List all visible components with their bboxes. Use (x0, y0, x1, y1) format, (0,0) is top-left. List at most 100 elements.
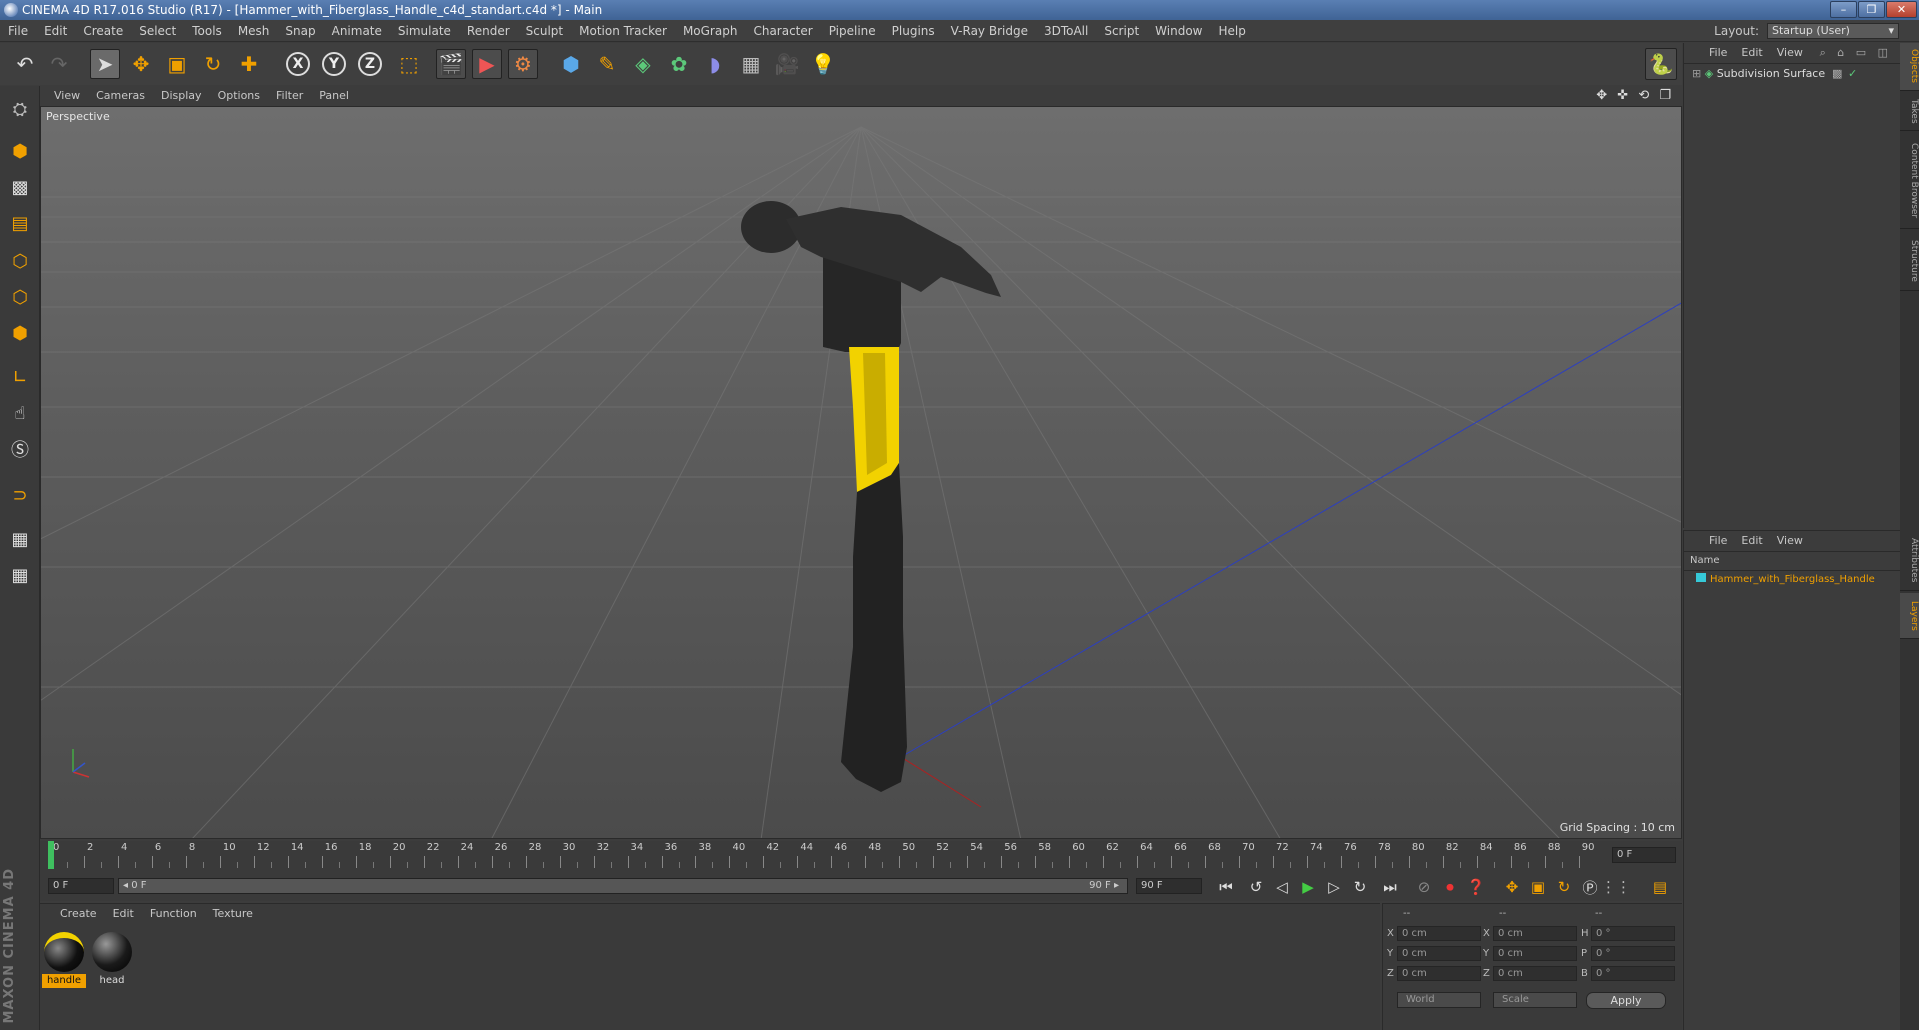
python-button[interactable]: 🐍 (1645, 48, 1677, 80)
size-z-field[interactable]: 0 cm (1493, 966, 1577, 981)
coordinate-system-button[interactable]: ⬚ (394, 49, 424, 79)
objects-menu-edit[interactable]: Edit (1734, 43, 1769, 63)
record-keys-button[interactable]: ⊘ (1412, 875, 1436, 899)
tab-content-browser[interactable]: Content Browser (1900, 133, 1919, 229)
previous-frame-button[interactable]: ◁ (1270, 875, 1294, 899)
current-frame-display[interactable]: 0 F (1612, 847, 1676, 863)
autokey-button[interactable]: ⏺ (1438, 875, 1462, 899)
object-enabled-check-icon[interactable]: ✓ (1848, 64, 1857, 84)
floor-object-button[interactable]: ▦ (736, 49, 766, 79)
last-tool-button[interactable]: ✚ (234, 49, 264, 79)
go-to-end-button[interactable]: ⏭ (1378, 875, 1402, 899)
object-visibility-toggle[interactable]: ▩ (1832, 64, 1842, 84)
menu-mograph[interactable]: MoGraph (675, 20, 746, 42)
menu-window[interactable]: Window (1147, 20, 1210, 42)
y-axis-lock[interactable]: Y (322, 52, 346, 76)
playhead[interactable] (48, 841, 54, 869)
apply-button[interactable]: Apply (1586, 992, 1666, 1009)
menu-simulate[interactable]: Simulate (390, 20, 459, 42)
workplane-mode-button[interactable]: ▤ (4, 208, 36, 238)
material-menu-edit[interactable]: Edit (105, 904, 142, 924)
timeline-window-button[interactable]: ▤ (1648, 875, 1672, 899)
key-scale-button[interactable]: ▣ (1526, 875, 1550, 899)
spline-pen-button[interactable]: ✎ (592, 49, 622, 79)
frame-ruler[interactable]: 0 2 4 6 8 10 12 14 16 18 20 22 24 26 28 30 32 34 36 38 40 42 4… (48, 841, 1610, 871)
layout-dropdown[interactable]: Startup (User) ▾ (1767, 23, 1899, 39)
layer-color-swatch[interactable] (1696, 573, 1706, 582)
menu-create[interactable]: Create (75, 20, 131, 42)
move-tool-button[interactable]: ✥ (126, 49, 156, 79)
live-selection-button[interactable]: ➤ (90, 49, 120, 79)
viewport-navigation-icons[interactable]: ✥ ✜ ⟲ ❐ (1596, 88, 1674, 103)
tweak-mode-button[interactable]: ☝ (4, 398, 36, 428)
tab-structure[interactable]: Structure (1900, 231, 1919, 291)
x-axis-lock[interactable]: X (286, 52, 310, 76)
menu-3dtoall[interactable]: 3DToAll (1036, 20, 1096, 42)
menu-tools[interactable]: Tools (184, 20, 230, 42)
objects-search-icon[interactable]: ⌕ ⌂ ▭ ◫ (1820, 46, 1892, 60)
rotate-tool-button[interactable]: ↻ (198, 49, 228, 79)
layer-row[interactable]: Hammer_with_Fiberglass_Handle (1684, 571, 1900, 589)
close-button[interactable]: ✕ (1886, 1, 1917, 18)
layers-menu-view[interactable]: View (1770, 531, 1810, 551)
material-menu-texture[interactable]: Texture (205, 904, 261, 924)
menu-pipeline[interactable]: Pipeline (821, 20, 884, 42)
position-z-field[interactable]: 0 cm (1397, 966, 1481, 981)
redo-button[interactable]: ↷ (44, 49, 74, 79)
rotation-b-field[interactable]: 0 ° (1591, 966, 1675, 981)
texture-mode-button[interactable]: ▩ (4, 172, 36, 202)
previous-key-button[interactable]: ↺ (1244, 875, 1268, 899)
planar-workplane-button[interactable]: ▦ (4, 560, 36, 590)
tab-takes[interactable]: Takes (1900, 93, 1919, 131)
material-swatch-handle[interactable]: handle (42, 930, 86, 988)
menu-sculpt[interactable]: Sculpt (518, 20, 571, 42)
coordinate-mode-dropdown[interactable]: World (1397, 992, 1481, 1008)
material-menu-create[interactable]: Create (52, 904, 105, 924)
maximize-button[interactable]: ❐ (1858, 1, 1885, 18)
deformer-button[interactable]: ◗ (700, 49, 730, 79)
object-row-subdivision-surface[interactable]: ⊞ ◈ Subdivision Surface ▩ ✓ (1684, 64, 1900, 84)
scale-tool-button[interactable]: ▣ (162, 49, 192, 79)
menu-mesh[interactable]: Mesh (230, 20, 278, 42)
render-picture-viewer-button[interactable]: ▶ (472, 49, 502, 79)
rotation-p-field[interactable]: 0 ° (1591, 946, 1675, 961)
rotation-h-field[interactable]: 0 ° (1591, 926, 1675, 941)
timeline-ruler[interactable]: 0 2 4 6 8 10 12 14 16 18 20 22 24 26 28 30 32 34 36 38 40 42 4… (40, 841, 1682, 871)
polygons-mode-button[interactable]: ⬢ (4, 318, 36, 348)
objects-menu-view[interactable]: View (1770, 43, 1810, 63)
tab-attributes[interactable]: Attributes (1900, 531, 1919, 591)
enable-axis-button[interactable]: ∟ (4, 362, 36, 392)
viewport-menu-panel[interactable]: Panel (311, 86, 357, 106)
workplane-lock-button[interactable]: ▦ (4, 524, 36, 554)
snap-button[interactable]: Ⓢ (4, 434, 36, 464)
perspective-viewport[interactable]: Perspective Grid Spacing : 10 cm (40, 106, 1682, 839)
end-frame-field[interactable]: 90 F (1136, 878, 1202, 894)
camera-object-button[interactable]: 🎥 (772, 49, 802, 79)
undo-button[interactable]: ↶ (10, 49, 40, 79)
preview-range-slider[interactable]: ◂ 0 F 90 F ▸ (118, 878, 1128, 894)
go-to-start-button[interactable]: ⏮ (1214, 875, 1238, 899)
next-frame-button[interactable]: ▷ (1322, 875, 1346, 899)
z-axis-lock[interactable]: Z (358, 52, 382, 76)
viewport-menu-filter[interactable]: Filter (268, 86, 311, 106)
menu-script[interactable]: Script (1096, 20, 1147, 42)
tab-layers[interactable]: Layers (1900, 593, 1919, 639)
menu-render[interactable]: Render (459, 20, 518, 42)
size-y-field[interactable]: 0 cm (1493, 946, 1577, 961)
tab-objects[interactable]: Objects (1900, 43, 1919, 91)
key-rotation-button[interactable]: ↻ (1552, 875, 1576, 899)
menu-select[interactable]: Select (131, 20, 184, 42)
menu-animate[interactable]: Animate (324, 20, 390, 42)
render-view-button[interactable]: 🎬 (436, 49, 466, 79)
start-frame-field[interactable]: 0 F (48, 878, 114, 894)
position-y-field[interactable]: 0 cm (1397, 946, 1481, 961)
transform-mode-dropdown[interactable]: Scale (1493, 992, 1577, 1008)
menu-motion-tracker[interactable]: Motion Tracker (571, 20, 675, 42)
points-mode-button[interactable]: ⬡ (4, 246, 36, 276)
light-object-button[interactable]: 💡 (808, 49, 838, 79)
menu-help[interactable]: Help (1210, 20, 1253, 42)
viewport-menu-cameras[interactable]: Cameras (88, 86, 153, 106)
layers-menu-file[interactable]: File (1702, 531, 1734, 551)
key-position-button[interactable]: ✥ (1500, 875, 1524, 899)
size-x-field[interactable]: 0 cm (1493, 926, 1577, 941)
